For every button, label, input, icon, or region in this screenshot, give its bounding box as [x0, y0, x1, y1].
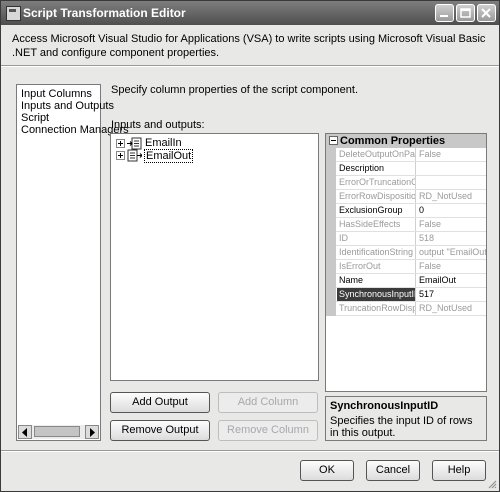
property-category-label: Common Properties	[340, 135, 446, 147]
property-row[interactable]: DeleteOutputOnPath False	[326, 148, 486, 162]
property-name: Name	[337, 274, 416, 287]
property-name: ErrorRowDisposition	[339, 190, 416, 203]
add-output-button[interactable]: Add Output	[110, 392, 210, 413]
property-row-gutter	[326, 190, 336, 204]
scroll-left-button[interactable]	[18, 425, 32, 439]
remove-column-button[interactable]: Remove Column	[218, 420, 318, 441]
inputs-outputs-tree: EmailIn EmailOut	[110, 133, 319, 381]
property-value[interactable]: EmailOut	[417, 274, 486, 287]
property-value[interactable]: False	[417, 218, 486, 231]
sidebar-nav: Input Columns Inputs and Outputs Script …	[16, 84, 129, 441]
scroll-right-icon	[90, 428, 95, 437]
property-name: DeleteOutputOnPath	[339, 148, 416, 161]
property-row-gutter	[326, 246, 336, 260]
property-name: Description	[337, 162, 416, 175]
title-bar[interactable]: Script Transformation Editor	[1, 1, 499, 25]
property-row[interactable]: Description	[326, 162, 486, 176]
property-row-gutter	[326, 204, 336, 218]
script-transformation-editor-window: Script Transformation Editor Access Micr…	[0, 0, 500, 492]
collapse-icon[interactable]	[329, 136, 338, 145]
scroll-thumb[interactable]	[34, 426, 80, 437]
property-value[interactable]	[417, 162, 486, 175]
expand-icon[interactable]	[116, 151, 125, 160]
property-row[interactable]: ID 518	[326, 232, 486, 246]
property-name: IdentificationString	[337, 246, 416, 259]
property-row[interactable]: ErrorRowDisposition RD_NotUsed	[326, 190, 486, 204]
property-value[interactable]: 518	[417, 232, 486, 245]
property-row-gutter	[326, 176, 336, 190]
property-row[interactable]: TruncationRowDisposRD_NotUsed	[326, 302, 486, 316]
property-row[interactable]: IsErrorOut False	[326, 260, 486, 274]
property-value[interactable]: 517	[417, 288, 486, 301]
tree-node-label: EmailOut	[144, 149, 194, 163]
property-name: TruncationRowDispos	[337, 302, 416, 315]
sidebar-item-input-columns[interactable]: Input Columns	[21, 88, 92, 100]
output-icon	[127, 149, 142, 162]
footer-divider	[1, 450, 499, 452]
inputs-outputs-label: Inputs and outputs:	[111, 119, 205, 131]
property-row-gutter	[326, 260, 336, 274]
expand-icon[interactable]	[116, 139, 125, 148]
property-value[interactable]: False	[417, 148, 486, 161]
property-row[interactable]: SynchronousInputID 517	[326, 288, 486, 302]
sidebar-item-script[interactable]: Script	[21, 112, 49, 124]
property-row-gutter	[326, 274, 336, 288]
minimize-icon	[440, 15, 448, 17]
property-grid: Common Properties DeleteOutputOnPath Fals…	[325, 133, 487, 392]
sidebar-horizontal-scrollbar[interactable]	[18, 425, 99, 439]
ok-button[interactable]: OK	[300, 460, 354, 481]
help-button[interactable]: Help	[432, 460, 486, 481]
remove-output-button[interactable]: Remove Output	[110, 420, 210, 441]
property-category-row[interactable]: Common Properties	[326, 134, 486, 148]
property-name: ErrorOrTruncationOp	[339, 176, 416, 189]
property-row-gutter	[326, 162, 336, 176]
maximize-icon	[460, 8, 471, 18]
header-description: Access Microsoft Visual Studio for Appli…	[12, 33, 486, 59]
property-row-gutter	[326, 232, 336, 246]
page-subtitle: Specify column properties of the script …	[111, 84, 359, 96]
property-name: ExclusionGroup	[337, 204, 416, 217]
scroll-left-icon	[22, 428, 27, 437]
property-help-title: SynchronousInputID	[330, 400, 439, 412]
add-column-button[interactable]: Add Column	[218, 392, 318, 413]
property-row[interactable]: Name EmailOut	[326, 274, 486, 288]
window-title: Script Transformation Editor	[23, 6, 186, 20]
resize-grip-icon[interactable]	[487, 479, 497, 489]
header-divider	[1, 65, 499, 67]
property-value[interactable]: False	[417, 260, 486, 273]
property-value[interactable]: 0	[417, 204, 486, 217]
property-row-gutter	[326, 218, 336, 232]
property-name: IsErrorOut	[337, 260, 416, 273]
minimize-button[interactable]	[435, 4, 454, 22]
property-value[interactable]: RD_NotUsed	[417, 302, 486, 315]
close-icon	[481, 8, 491, 18]
close-button[interactable]	[477, 4, 496, 22]
sidebar-item-inputs-and-outputs[interactable]: Inputs and Outputs	[21, 100, 114, 112]
property-row-gutter	[326, 148, 336, 162]
property-row[interactable]: IdentificationString output "EmailOut"	[326, 246, 486, 260]
property-name: HasSideEffects	[337, 218, 416, 231]
property-name: SynchronousInputID	[337, 288, 416, 301]
property-help-panel: SynchronousInputID Specifies the input I…	[325, 396, 487, 441]
maximize-button[interactable]	[456, 4, 475, 22]
tree-node-label: EmailIn	[145, 137, 182, 149]
cancel-button[interactable]: Cancel	[366, 460, 420, 481]
property-help-description: Specifies the input ID of rows in this o…	[330, 415, 473, 439]
property-value[interactable]: RD_NotUsed	[417, 190, 486, 203]
property-row-gutter	[326, 288, 336, 302]
property-name: ID	[337, 232, 416, 245]
property-value[interactable]	[417, 176, 486, 189]
property-row[interactable]: ExclusionGroup 0	[326, 204, 486, 218]
app-icon	[6, 6, 21, 21]
property-value[interactable]: output "EmailOut"	[417, 246, 486, 259]
property-row[interactable]: HasSideEffects False	[326, 218, 486, 232]
property-row-gutter	[326, 302, 336, 316]
scroll-right-button[interactable]	[85, 425, 99, 439]
property-row[interactable]: ErrorOrTruncationOp	[326, 176, 486, 190]
